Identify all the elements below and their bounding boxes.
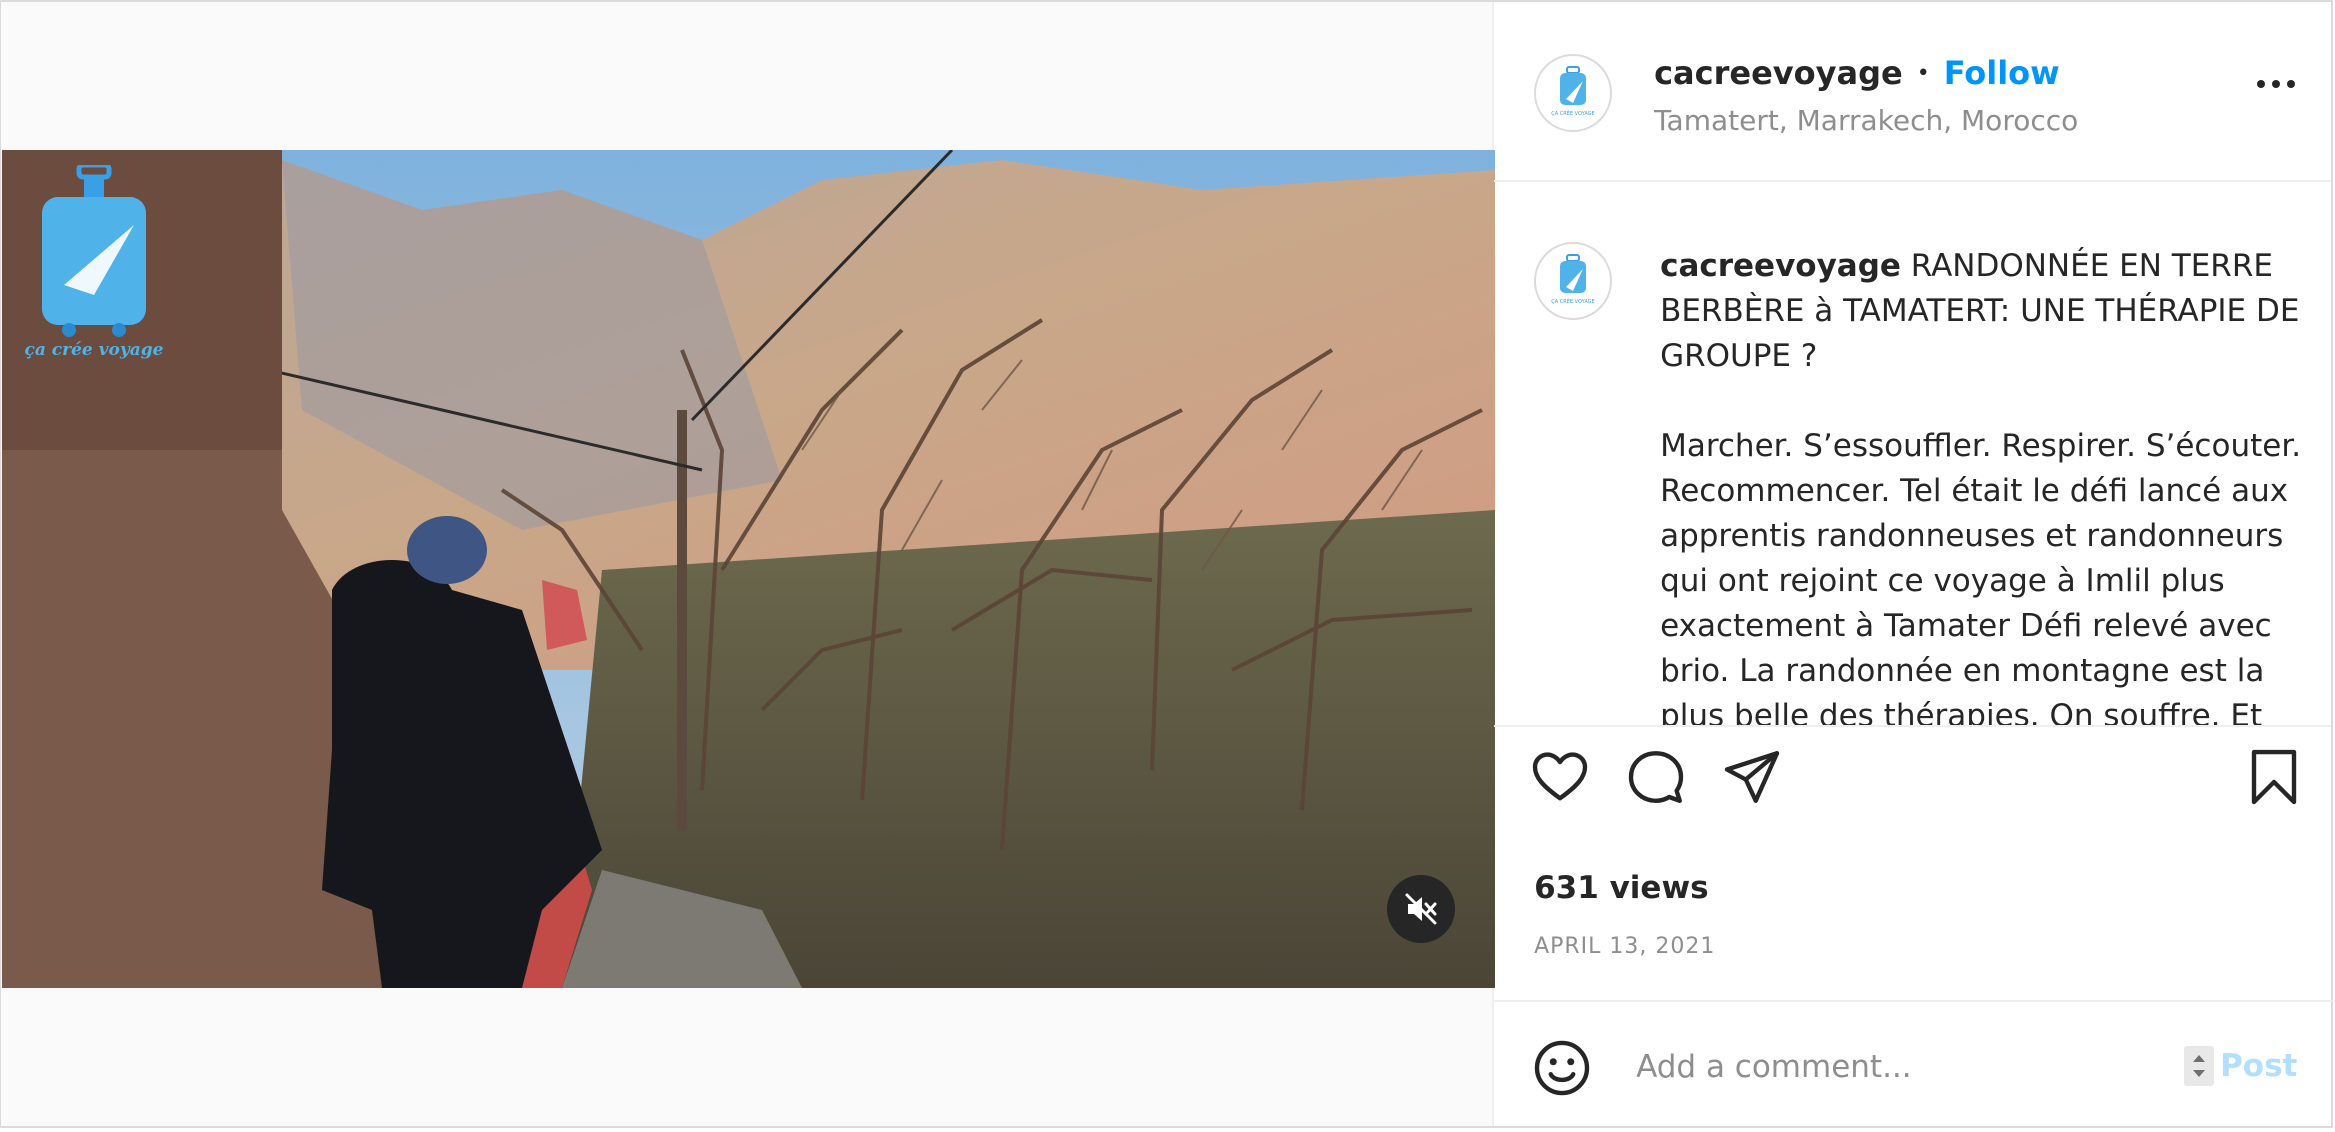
video-watermark-logo: ça crée voyage (24, 162, 164, 365)
brand-avatar-icon: ÇA CRÉE VOYAGE (1551, 254, 1595, 305)
more-options-icon[interactable] (2257, 80, 2295, 88)
comment-input[interactable] (1634, 1038, 2159, 1096)
comment-bar: Post (1494, 1000, 2333, 1128)
header-user-line: cacreevoyage • Follow (1654, 54, 2060, 92)
emoji-button[interactable] (1532, 1038, 1592, 1102)
share-button[interactable] (1722, 747, 1782, 811)
comment-button[interactable] (1626, 747, 1686, 811)
heart-icon (1532, 752, 1588, 801)
post-dialog: ça crée voyage ÇA CRÉE VOYAGE cacreevoya… (0, 0, 2333, 1128)
caption-username[interactable]: cacreevoyage (1660, 248, 1901, 284)
bookmark-icon (2251, 749, 2297, 805)
post-details-pane: ÇA CRÉE VOYAGE cacreevoyage • Follow Tam… (1494, 2, 2333, 1128)
emoji-icon (1534, 1040, 1590, 1096)
svg-text:ÇA CRÉE VOYAGE: ÇA CRÉE VOYAGE (1551, 297, 1594, 305)
media-pane: ça crée voyage (1, 2, 1495, 1126)
avatar[interactable]: ÇA CRÉE VOYAGE (1534, 54, 1613, 132)
share-icon (1724, 751, 1780, 803)
brand-avatar-icon: ÇA CRÉE VOYAGE (1551, 66, 1595, 117)
caption-text: cacreevoyage RANDONNÉE EN TERRE BERBÈRE … (1660, 244, 2310, 727)
post-location[interactable]: Tamatert, Marrakech, Morocco (1654, 104, 2078, 137)
view-count[interactable]: 631 views (1534, 870, 1708, 906)
mute-toggle-button[interactable] (1387, 875, 1455, 943)
suitcase-icon (42, 162, 146, 337)
svg-text:ÇA CRÉE VOYAGE: ÇA CRÉE VOYAGE (1551, 109, 1594, 117)
caption-section: ÇA CRÉE VOYAGE cacreevoyage RANDONNÉE EN… (1494, 182, 2331, 727)
post-header: ÇA CRÉE VOYAGE cacreevoyage • Follow Tam… (1494, 2, 2331, 182)
header-username[interactable]: cacreevoyage (1654, 54, 1903, 92)
watermark-text: ça crée voyage (24, 340, 164, 360)
scroll-stepper[interactable] (2184, 1046, 2215, 1086)
video-frame (2, 150, 1495, 988)
post-video[interactable]: ça crée voyage (2, 150, 1495, 988)
save-button[interactable] (2246, 747, 2302, 811)
caption-body: RANDONNÉE EN TERRE BERBÈRE à TAMATERT: U… (1660, 248, 2302, 727)
comment-icon (1628, 751, 1684, 803)
action-bar (1494, 747, 2331, 837)
post-comment-button[interactable]: Post (2220, 1048, 2297, 1084)
follow-button[interactable]: Follow (1944, 54, 2060, 92)
post-date[interactable]: APRIL 13, 2021 (1534, 934, 1715, 959)
like-button[interactable] (1530, 747, 1590, 811)
caption-avatar[interactable]: ÇA CRÉE VOYAGE (1534, 242, 1613, 320)
stepper-arrows-icon (2193, 1055, 2206, 1077)
speaker-muted-icon (1405, 893, 1437, 925)
separator-dot: • (1916, 60, 1930, 86)
